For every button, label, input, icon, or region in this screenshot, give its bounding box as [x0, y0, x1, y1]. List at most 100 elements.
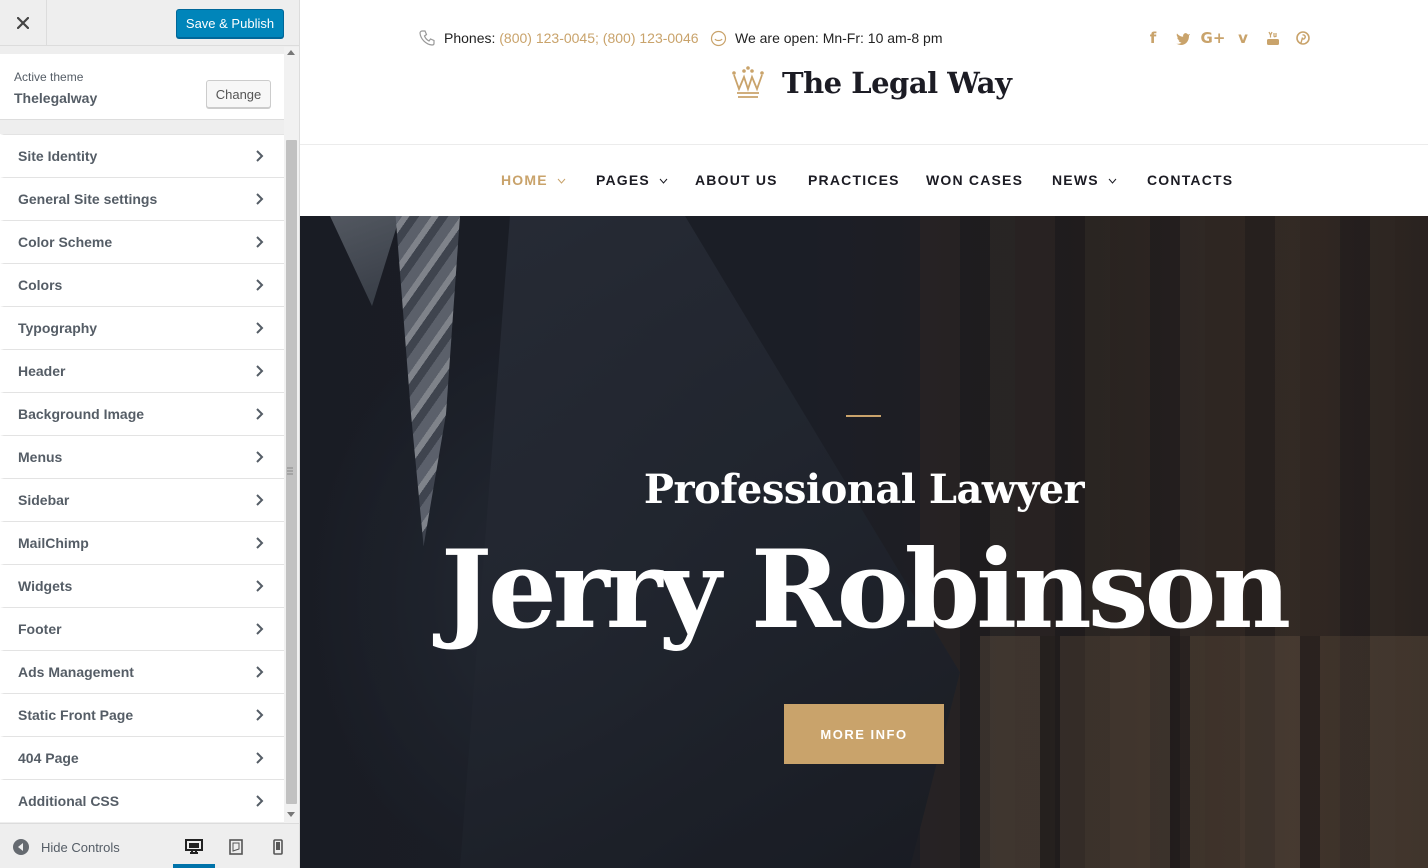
- nav-label: HOME: [501, 172, 548, 188]
- chevron-right-icon: [256, 236, 264, 248]
- site-title: The Legal Way: [782, 66, 1012, 100]
- panel-label: Typography: [18, 320, 98, 336]
- opening-hours: We are open: Mn-Fr: 10 am-8 pm: [710, 29, 943, 47]
- phones-label: Phones:: [444, 30, 496, 46]
- scroll-down-arrow-icon[interactable]: [287, 812, 295, 817]
- youtube-icon[interactable]: [1258, 28, 1288, 48]
- tablet-icon: [229, 839, 243, 855]
- active-theme-section: Active theme Thelegalway Change: [0, 54, 284, 120]
- nav-label: CONTACTS: [1147, 172, 1234, 188]
- phone-number-2[interactable]: (800) 123-0046: [603, 30, 699, 46]
- nav-label: WON CASES: [926, 172, 1024, 188]
- panel-ads-management[interactable]: Ads Management: [0, 650, 284, 693]
- customizer-panels: Active theme Thelegalway Change Site Ide…: [0, 47, 284, 823]
- panel-label: Colors: [18, 277, 63, 293]
- panel-footer[interactable]: Footer: [0, 607, 284, 650]
- chevron-right-icon: [256, 494, 264, 506]
- chevron-right-icon: [256, 752, 264, 764]
- nav-item-contacts[interactable]: CONTACTS: [1147, 172, 1233, 188]
- customizer-sidebar: Save & Publish Active theme Thelegalway …: [0, 0, 300, 868]
- nav-item-won-cases[interactable]: WON CASES: [926, 172, 1023, 188]
- panel-label: Static Front Page: [18, 707, 134, 723]
- scroll-up-arrow-icon[interactable]: [287, 50, 295, 55]
- panel-background-image[interactable]: Background Image: [0, 392, 284, 435]
- chevron-down-icon: [557, 178, 566, 185]
- panel-label: Footer: [18, 621, 62, 637]
- panel-site-identity[interactable]: Site Identity: [0, 134, 284, 177]
- change-theme-button[interactable]: Change: [206, 80, 271, 108]
- chevron-right-icon: [256, 666, 264, 678]
- panel-additional-css[interactable]: Additional CSS: [0, 779, 284, 822]
- panel-label: Color Scheme: [18, 234, 113, 250]
- nav-item-about-us[interactable]: ABOUT US: [695, 172, 778, 188]
- phones-info: Phones: (800) 123-0045 ; (800) 123-0046: [418, 29, 699, 47]
- phone-separator: ;: [595, 30, 599, 46]
- phone-number-1[interactable]: (800) 123-0045: [499, 30, 595, 46]
- nav-label: PRACTICES: [808, 172, 900, 188]
- chevron-right-icon: [256, 150, 264, 162]
- panel-label: Header: [18, 363, 66, 379]
- main-navigation: HOME PAGES ABOUT US PRACTICES WON CASES …: [300, 146, 1428, 216]
- customizer-footer: Hide Controls: [0, 823, 299, 868]
- panel-label: Ads Management: [18, 664, 134, 680]
- panel-label: Menus: [18, 449, 63, 465]
- resize-grip-icon[interactable]: [287, 466, 293, 476]
- hero-divider: [846, 415, 881, 417]
- collapse-arrow-icon: [13, 839, 29, 855]
- panel-mailchimp[interactable]: MailChimp: [0, 521, 284, 564]
- panel-typography[interactable]: Typography: [0, 306, 284, 349]
- nav-item-news[interactable]: NEWS: [1052, 172, 1117, 188]
- twitter-icon[interactable]: [1168, 28, 1198, 48]
- panel-scrollbar[interactable]: [284, 47, 299, 823]
- site-preview: Phones: (800) 123-0045 ; (800) 123-0046 …: [300, 0, 1428, 868]
- hero-banner: Professional Lawyer Jerry Robinson MORE …: [300, 216, 1428, 868]
- panel-general-site-settings[interactable]: General Site settings: [0, 177, 284, 220]
- hero-title: Jerry Robinson: [440, 527, 1291, 653]
- panel-404-page[interactable]: 404 Page: [0, 736, 284, 779]
- close-customizer-button[interactable]: [0, 0, 47, 46]
- panel-list: Site Identity General Site settings Colo…: [0, 134, 284, 822]
- vimeo-icon[interactable]: v: [1228, 28, 1258, 48]
- mobile-icon: [273, 839, 283, 855]
- customizer-header: Save & Publish: [0, 0, 299, 46]
- google-plus-icon[interactable]: G+: [1198, 28, 1228, 48]
- more-info-button[interactable]: MORE INFO: [784, 704, 944, 764]
- panel-sidebar[interactable]: Sidebar: [0, 478, 284, 521]
- chevron-right-icon: [256, 365, 264, 377]
- preview-tablet-button[interactable]: [225, 836, 247, 858]
- chevron-right-icon: [256, 623, 264, 635]
- close-icon: [17, 17, 29, 29]
- active-device-indicator: [173, 864, 215, 868]
- nav-item-home[interactable]: HOME: [501, 172, 566, 188]
- preview-mobile-button[interactable]: [267, 836, 289, 858]
- panel-header[interactable]: Header: [0, 349, 284, 392]
- chevron-right-icon: [256, 408, 264, 420]
- panel-colors[interactable]: Colors: [0, 263, 284, 306]
- crown-logo-icon: [732, 66, 764, 98]
- hours-label: We are open:: [735, 30, 819, 46]
- panel-label: Background Image: [18, 406, 145, 422]
- pinterest-icon[interactable]: [1288, 28, 1318, 48]
- panel-label: General Site settings: [18, 191, 158, 207]
- site-topbar: Phones: (800) 123-0045 ; (800) 123-0046 …: [300, 0, 1428, 145]
- panel-color-scheme[interactable]: Color Scheme: [0, 220, 284, 263]
- phone-icon: [419, 30, 435, 46]
- chevron-right-icon: [256, 451, 264, 463]
- chevron-right-icon: [256, 580, 264, 592]
- panel-static-front-page[interactable]: Static Front Page: [0, 693, 284, 736]
- nav-label: PAGES: [596, 172, 650, 188]
- hours-value: Mn-Fr: 10 am-8 pm: [822, 30, 943, 46]
- save-publish-button[interactable]: Save & Publish: [176, 9, 284, 38]
- panel-menus[interactable]: Menus: [0, 435, 284, 478]
- chevron-down-icon: [1108, 178, 1117, 185]
- panel-widgets[interactable]: Widgets: [0, 564, 284, 607]
- preview-desktop-button[interactable]: [183, 836, 205, 858]
- chevron-right-icon: [256, 795, 264, 807]
- facebook-icon[interactable]: f: [1138, 28, 1168, 48]
- hide-controls-button[interactable]: Hide Controls: [12, 836, 120, 858]
- site-logo[interactable]: The Legal Way: [730, 62, 1012, 104]
- chevron-right-icon: [256, 322, 264, 334]
- desktop-icon: [185, 839, 203, 854]
- nav-item-practices[interactable]: PRACTICES: [808, 172, 900, 188]
- nav-item-pages[interactable]: PAGES: [596, 172, 668, 188]
